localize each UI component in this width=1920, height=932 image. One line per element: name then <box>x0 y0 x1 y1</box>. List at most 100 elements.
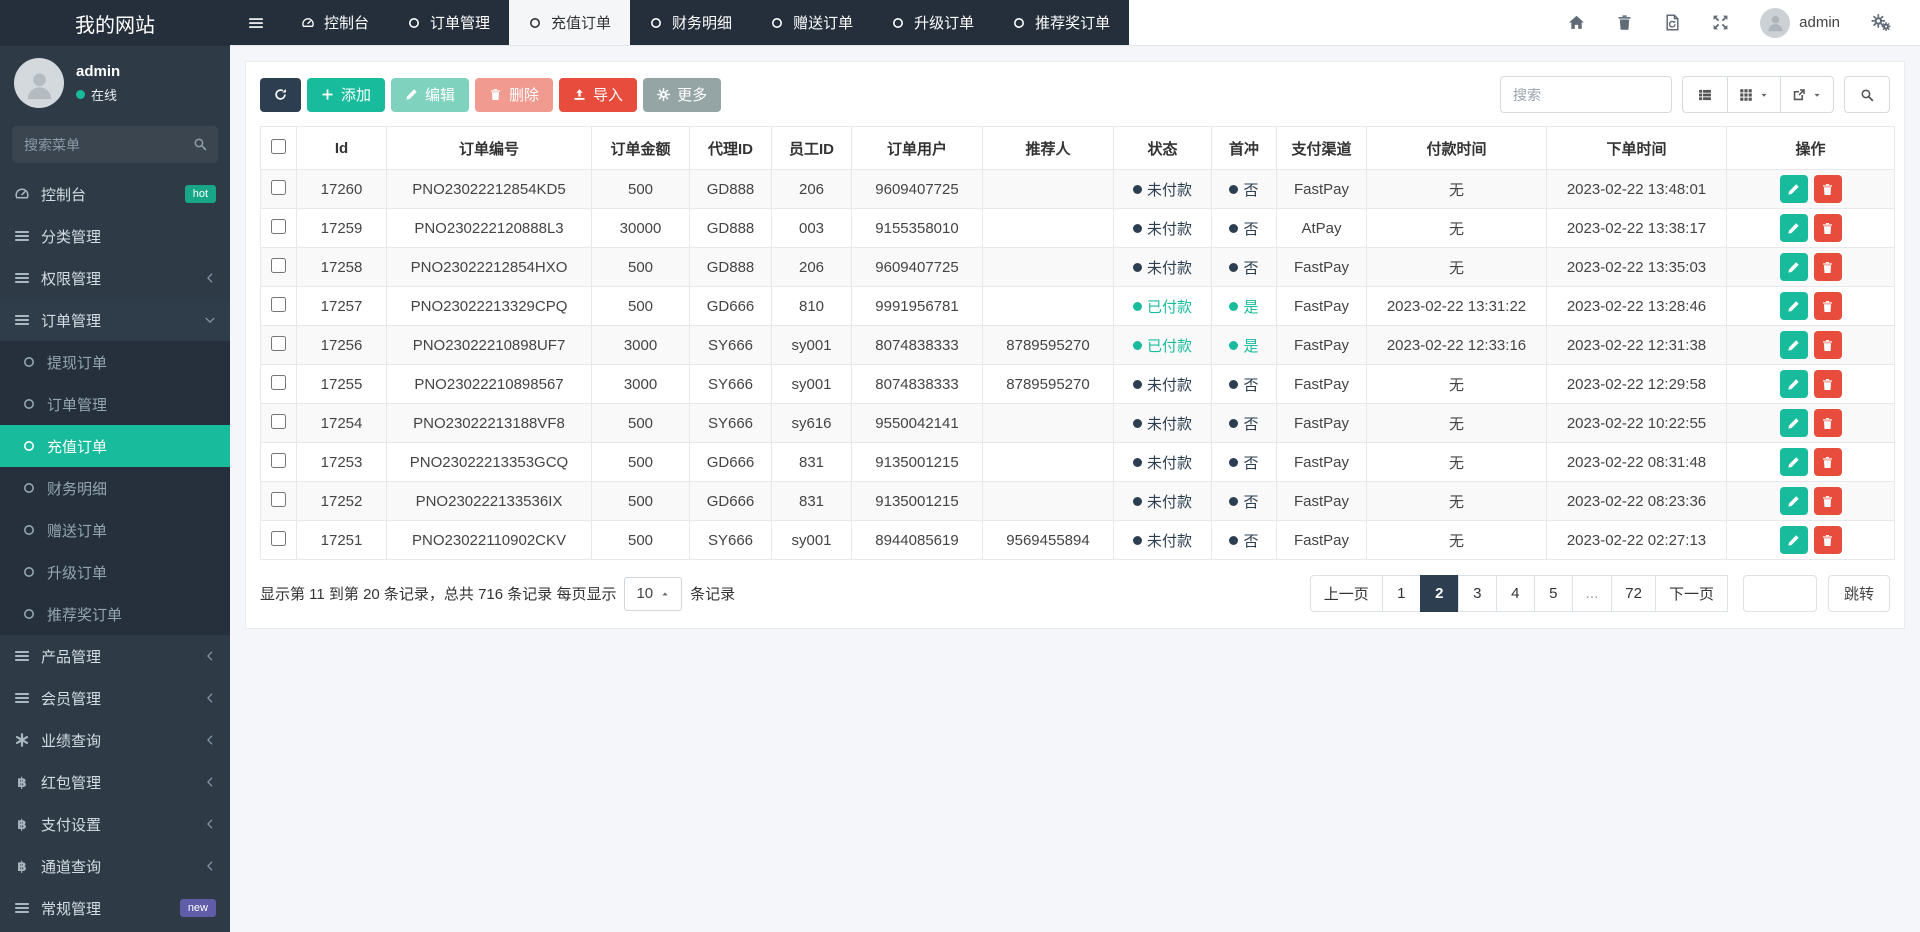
edit-button[interactable]: 编辑 <box>391 78 469 112</box>
trash-icon[interactable] <box>1616 14 1633 31</box>
row-delete-button[interactable] <box>1814 526 1842 554</box>
row-checkbox[interactable] <box>271 180 286 195</box>
import-button[interactable]: 导入 <box>559 78 637 112</box>
tab-referral-order[interactable]: 推荐奖订单 <box>993 0 1129 45</box>
row-delete-button[interactable] <box>1814 448 1842 476</box>
jump-page-input[interactable] <box>1743 575 1817 612</box>
export-button[interactable] <box>1780 76 1834 113</box>
sidebar-item-finance-detail[interactable]: 财务明细 <box>0 467 230 509</box>
column-header[interactable]: 订单用户 <box>852 127 983 170</box>
sidebar-item-performance[interactable]: 业绩查询 <box>0 719 230 761</box>
sidebar-item-order-admin[interactable]: 订单管理 <box>0 383 230 425</box>
add-button[interactable]: 添加 <box>307 78 385 112</box>
home-icon[interactable] <box>1568 14 1585 31</box>
column-header[interactable]: 支付渠道 <box>1277 127 1367 170</box>
sidebar-item-channel-query[interactable]: ฿通道查询 <box>0 845 230 887</box>
row-edit-button[interactable] <box>1780 448 1808 476</box>
jump-button[interactable]: 跳转 <box>1828 575 1890 612</box>
column-header[interactable]: 订单编号 <box>387 127 592 170</box>
row-delete-button[interactable] <box>1814 409 1842 437</box>
sidebar-item-redpacket[interactable]: ฿红包管理 <box>0 761 230 803</box>
column-header[interactable]: 推荐人 <box>983 127 1114 170</box>
page-size-dropdown[interactable]: 10 <box>624 577 682 611</box>
sidebar-item-recharge-order[interactable]: 充值订单 <box>0 425 230 467</box>
page-refresh-icon[interactable] <box>1664 14 1681 31</box>
column-header[interactable]: 代理ID <box>690 127 772 170</box>
tab-recharge-order[interactable]: 充值订单 <box>509 0 630 45</box>
sidebar-item-product[interactable]: 产品管理 <box>0 635 230 677</box>
fullscreen-icon[interactable] <box>1712 14 1729 31</box>
more-button[interactable]: 更多 <box>643 78 721 112</box>
row-checkbox[interactable] <box>271 492 286 507</box>
tab-order-admin[interactable]: 订单管理 <box>388 0 509 45</box>
row-edit-button[interactable] <box>1780 175 1808 203</box>
delete-button[interactable]: 删除 <box>475 78 553 112</box>
row-edit-button[interactable] <box>1780 214 1808 242</box>
column-header[interactable]: 状态 <box>1114 127 1212 170</box>
row-delete-button[interactable] <box>1814 292 1842 320</box>
sidebar-item-general[interactable]: 常规管理new <box>0 887 230 929</box>
columns-button[interactable] <box>1727 76 1781 113</box>
sidebar-item-category[interactable]: 分类管理 <box>0 215 230 257</box>
row-checkbox[interactable] <box>271 219 286 234</box>
row-edit-button[interactable] <box>1780 253 1808 281</box>
refresh-button[interactable] <box>260 78 301 112</box>
sidebar-toggle-button[interactable] <box>230 0 282 45</box>
column-header[interactable]: 员工ID <box>772 127 852 170</box>
sidebar-item-referral-order[interactable]: 推荐奖订单 <box>0 593 230 635</box>
table-search-input[interactable] <box>1500 76 1672 113</box>
column-header[interactable]: Id <box>297 127 387 170</box>
tab-upgrade-order[interactable]: 升级订单 <box>872 0 993 45</box>
row-delete-button[interactable] <box>1814 487 1842 515</box>
column-header[interactable]: 下单时间 <box>1547 127 1727 170</box>
status-dot <box>1133 536 1142 545</box>
select-all-checkbox[interactable] <box>271 139 286 154</box>
page-button-72[interactable]: 72 <box>1611 575 1656 612</box>
column-header[interactable]: 操作 <box>1727 127 1895 170</box>
row-checkbox[interactable] <box>271 258 286 273</box>
page-button-2[interactable]: 2 <box>1420 575 1459 612</box>
row-delete-button[interactable] <box>1814 370 1842 398</box>
page-prev-button[interactable]: 上一页 <box>1310 575 1383 612</box>
row-delete-button[interactable] <box>1814 214 1842 242</box>
pagination-toggle-button[interactable] <box>1682 76 1728 113</box>
page-button-1[interactable]: 1 <box>1382 575 1421 612</box>
sidebar-item-order[interactable]: 订单管理 <box>0 299 230 341</box>
tab-gift-order[interactable]: 赠送订单 <box>751 0 872 45</box>
row-checkbox[interactable] <box>271 414 286 429</box>
page-button-3[interactable]: 3 <box>1458 575 1497 612</box>
row-checkbox[interactable] <box>271 453 286 468</box>
row-edit-button[interactable] <box>1780 409 1808 437</box>
row-edit-button[interactable] <box>1780 292 1808 320</box>
settings-gears-icon[interactable] <box>1871 14 1892 31</box>
sidebar-item-payment-setting[interactable]: ฿支付设置 <box>0 803 230 845</box>
sidebar-item-permission[interactable]: 权限管理 <box>0 257 230 299</box>
sidebar-item-withdraw-order[interactable]: 提现订单 <box>0 341 230 383</box>
column-header[interactable]: 首冲 <box>1212 127 1277 170</box>
row-checkbox[interactable] <box>271 375 286 390</box>
row-edit-button[interactable] <box>1780 370 1808 398</box>
column-header[interactable]: 订单金额 <box>592 127 690 170</box>
page-button-5[interactable]: 5 <box>1534 575 1573 612</box>
sidebar-item-upgrade-order[interactable]: 升级订单 <box>0 551 230 593</box>
row-edit-button[interactable] <box>1780 331 1808 359</box>
navbar-user-menu[interactable]: admin <box>1760 8 1840 38</box>
row-checkbox[interactable] <box>271 336 286 351</box>
row-edit-button[interactable] <box>1780 526 1808 554</box>
row-delete-button[interactable] <box>1814 175 1842 203</box>
sidebar-item-member[interactable]: 会员管理 <box>0 677 230 719</box>
tab-console[interactable]: 控制台 <box>282 0 388 45</box>
tab-finance-detail[interactable]: 财务明细 <box>630 0 751 45</box>
page-next-button[interactable]: 下一页 <box>1655 575 1728 612</box>
page-button-4[interactable]: 4 <box>1496 575 1535 612</box>
row-delete-button[interactable] <box>1814 331 1842 359</box>
column-header[interactable]: 付款时间 <box>1367 127 1547 170</box>
row-edit-button[interactable] <box>1780 487 1808 515</box>
row-checkbox[interactable] <box>271 531 286 546</box>
sidebar-item-gift-order[interactable]: 赠送订单 <box>0 509 230 551</box>
row-checkbox[interactable] <box>271 297 286 312</box>
row-delete-button[interactable] <box>1814 253 1842 281</box>
sidebar-item-console[interactable]: 控制台hot <box>0 173 230 215</box>
sidebar-search-input[interactable] <box>12 126 218 163</box>
search-button[interactable] <box>1844 76 1890 113</box>
